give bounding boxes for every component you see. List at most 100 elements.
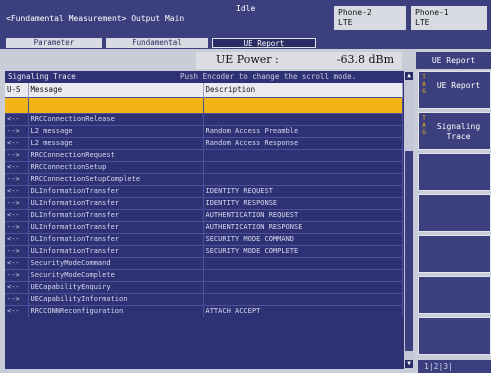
- trace-row[interactable]: <-- RRCConnectionRelease: [5, 112, 403, 125]
- phone-2-panel[interactable]: Phone-2 LTE: [334, 6, 406, 30]
- phone-1-name: Phone-1: [415, 8, 449, 17]
- tab-fundamental[interactable]: Fundamental: [106, 38, 208, 48]
- message-cell: RRCCONNReconfiguration: [28, 304, 204, 317]
- trace-row[interactable]: --> ULInformationTransfer IDENTITY RESPONS…: [5, 196, 403, 209]
- soft-key-1[interactable]: T A G UE Report: [418, 71, 491, 109]
- tab-bar: Parameter Fundamental UE Report: [0, 37, 491, 49]
- message-cell: ULInformationTransfer: [28, 196, 204, 209]
- message-cell: DLInformationTransfer: [28, 232, 204, 245]
- soft-key-3[interactable]: [418, 153, 491, 191]
- column-header-message: Message: [28, 83, 204, 97]
- description-cell: IDENTITY RESPONSE: [203, 196, 403, 209]
- column-header-direction: U-S: [5, 83, 29, 97]
- trace-row[interactable]: <-- DLInformationTransfer SECURITY MODE CO…: [5, 232, 403, 245]
- message-cell: UECapabilityEnquiry: [28, 280, 204, 293]
- direction-cell: -->: [5, 268, 29, 281]
- message-cell: DLInformationTransfer: [28, 184, 204, 197]
- trace-row[interactable]: <-- DLInformationTransfer IDENTITY REQUEST: [5, 184, 403, 197]
- description-cell: AUTHENTICATION REQUEST: [203, 208, 403, 221]
- description-cell: [203, 256, 403, 269]
- description-cell: AUTHENTICATION RESPONSE: [203, 220, 403, 233]
- trace-row[interactable]: <-- RRCCONNReconfiguration ATTACH ACCEPT: [5, 304, 403, 317]
- soft-key-4[interactable]: [418, 194, 491, 232]
- description-cell: [203, 292, 403, 305]
- direction-cell: <--: [5, 136, 29, 149]
- message-cell: [28, 96, 204, 113]
- description-cell: [203, 280, 403, 293]
- ue-power-readout: UE Power : -63.8 dBm: [196, 52, 402, 69]
- description-cell: IDENTITY REQUEST: [203, 184, 403, 197]
- description-cell: [203, 96, 403, 113]
- soft-key-tag: TAG: [422, 74, 426, 95]
- message-cell: RRCConnectionRelease: [28, 112, 204, 125]
- message-cell: SecurityModeComplete: [28, 268, 204, 281]
- soft-key-label: Signaling Trace: [436, 122, 481, 141]
- function-key-panel: UE Report T A G UE Report T A G Signaling Trace…: [416, 52, 491, 373]
- direction-cell: -->: [5, 244, 29, 257]
- message-cell: L2 message: [28, 124, 204, 137]
- trace-row[interactable]: --> SecurityModeComplete: [5, 268, 403, 281]
- trace-row[interactable]: <-- L2 message Random Access Response: [5, 136, 403, 149]
- direction-cell: -->: [5, 172, 29, 185]
- call-status: Idle: [236, 4, 256, 13]
- page-indicator[interactable]: 1|2|3|: [418, 360, 491, 373]
- trace-hint: Push Encoder to change the scroll mode.: [180, 72, 357, 81]
- trace-row[interactable]: <-- RRCConnectionSetup: [5, 160, 403, 173]
- trace-row[interactable]: --> UECapabilityInformation: [5, 292, 403, 305]
- side-panel-title: UE Report: [416, 52, 491, 69]
- direction-cell: <--: [5, 208, 29, 221]
- direction-cell: <--: [5, 304, 29, 317]
- description-cell: SECURITY MODE COMPLETE: [203, 244, 403, 257]
- trace-row[interactable]: --> RRCConnectionRequest: [5, 148, 403, 161]
- message-cell: RRCConnectionSetup: [28, 160, 204, 173]
- description-cell: Random Access Preamble: [203, 124, 403, 137]
- scroll-down-icon[interactable]: ▼: [405, 360, 413, 368]
- description-cell: [203, 268, 403, 281]
- trace-row[interactable]: --> ULInformationTransfer SECURITY MODE CO…: [5, 244, 403, 257]
- trace-row[interactable]: --> L2 message Random Access Preamble: [5, 124, 403, 137]
- breadcrumb: <Fundamental Measurement> Output Main: [6, 14, 185, 23]
- description-cell: [203, 112, 403, 125]
- trace-row[interactable]: <-- DLInformationTransfer AUTHENTICATION R…: [5, 208, 403, 221]
- description-cell: ATTACH ACCEPT: [203, 304, 403, 317]
- soft-key-6[interactable]: [418, 276, 491, 314]
- tab-ue-report[interactable]: UE Report: [212, 38, 316, 48]
- trace-row[interactable]: <-- SecurityModeCommand: [5, 256, 403, 269]
- soft-key-7[interactable]: [418, 317, 491, 355]
- column-header-description: Description: [203, 83, 403, 97]
- trace-row[interactable]: --> RRCConnectionSetupComplete: [5, 172, 403, 185]
- direction-cell: [5, 96, 29, 113]
- direction-cell: <--: [5, 256, 29, 269]
- trace-table: U-S Message Description <-- RRCConnection…: [5, 83, 403, 317]
- soft-key-label: UE Report: [436, 81, 481, 90]
- message-cell: RRCConnectionSetupComplete: [28, 172, 204, 185]
- phone-1-panel[interactable]: Phone-1 LTE: [411, 6, 487, 30]
- soft-key-5[interactable]: [418, 235, 491, 273]
- direction-cell: -->: [5, 220, 29, 233]
- top-bar: <Fundamental Measurement> Output Main Id…: [0, 0, 491, 37]
- signaling-trace-panel: Signaling Trace Push Encoder to change t…: [5, 71, 414, 369]
- direction-cell: <--: [5, 112, 29, 125]
- phone-2-name: Phone-2: [338, 8, 372, 17]
- soft-key-tag: TAG: [422, 115, 426, 136]
- direction-cell: -->: [5, 292, 29, 305]
- trace-title-bar: Signaling Trace Push Encoder to change t…: [5, 71, 409, 82]
- description-cell: [203, 148, 403, 161]
- tab-parameter[interactable]: Parameter: [6, 38, 102, 48]
- message-cell: DLInformationTransfer: [28, 208, 204, 221]
- trace-row[interactable]: <-- UECapabilityEnquiry: [5, 280, 403, 293]
- trace-row[interactable]: [5, 96, 403, 113]
- soft-key-2[interactable]: T A G Signaling Trace: [418, 112, 491, 150]
- message-cell: UECapabilityInformation: [28, 292, 204, 305]
- direction-cell: -->: [5, 148, 29, 161]
- description-cell: [203, 160, 403, 173]
- message-cell: ULInformationTransfer: [28, 244, 204, 257]
- direction-cell: <--: [5, 160, 29, 173]
- trace-row[interactable]: --> ULInformationTransfer AUTHENTICATION R…: [5, 220, 403, 233]
- trace-scrollbar[interactable]: ▲ ▼: [404, 71, 414, 369]
- trace-title: Signaling Trace: [8, 72, 76, 81]
- scroll-thumb[interactable]: [405, 151, 413, 351]
- description-cell: [203, 172, 403, 185]
- scroll-up-icon[interactable]: ▲: [405, 72, 413, 80]
- phone-1-tech: LTE: [415, 18, 430, 27]
